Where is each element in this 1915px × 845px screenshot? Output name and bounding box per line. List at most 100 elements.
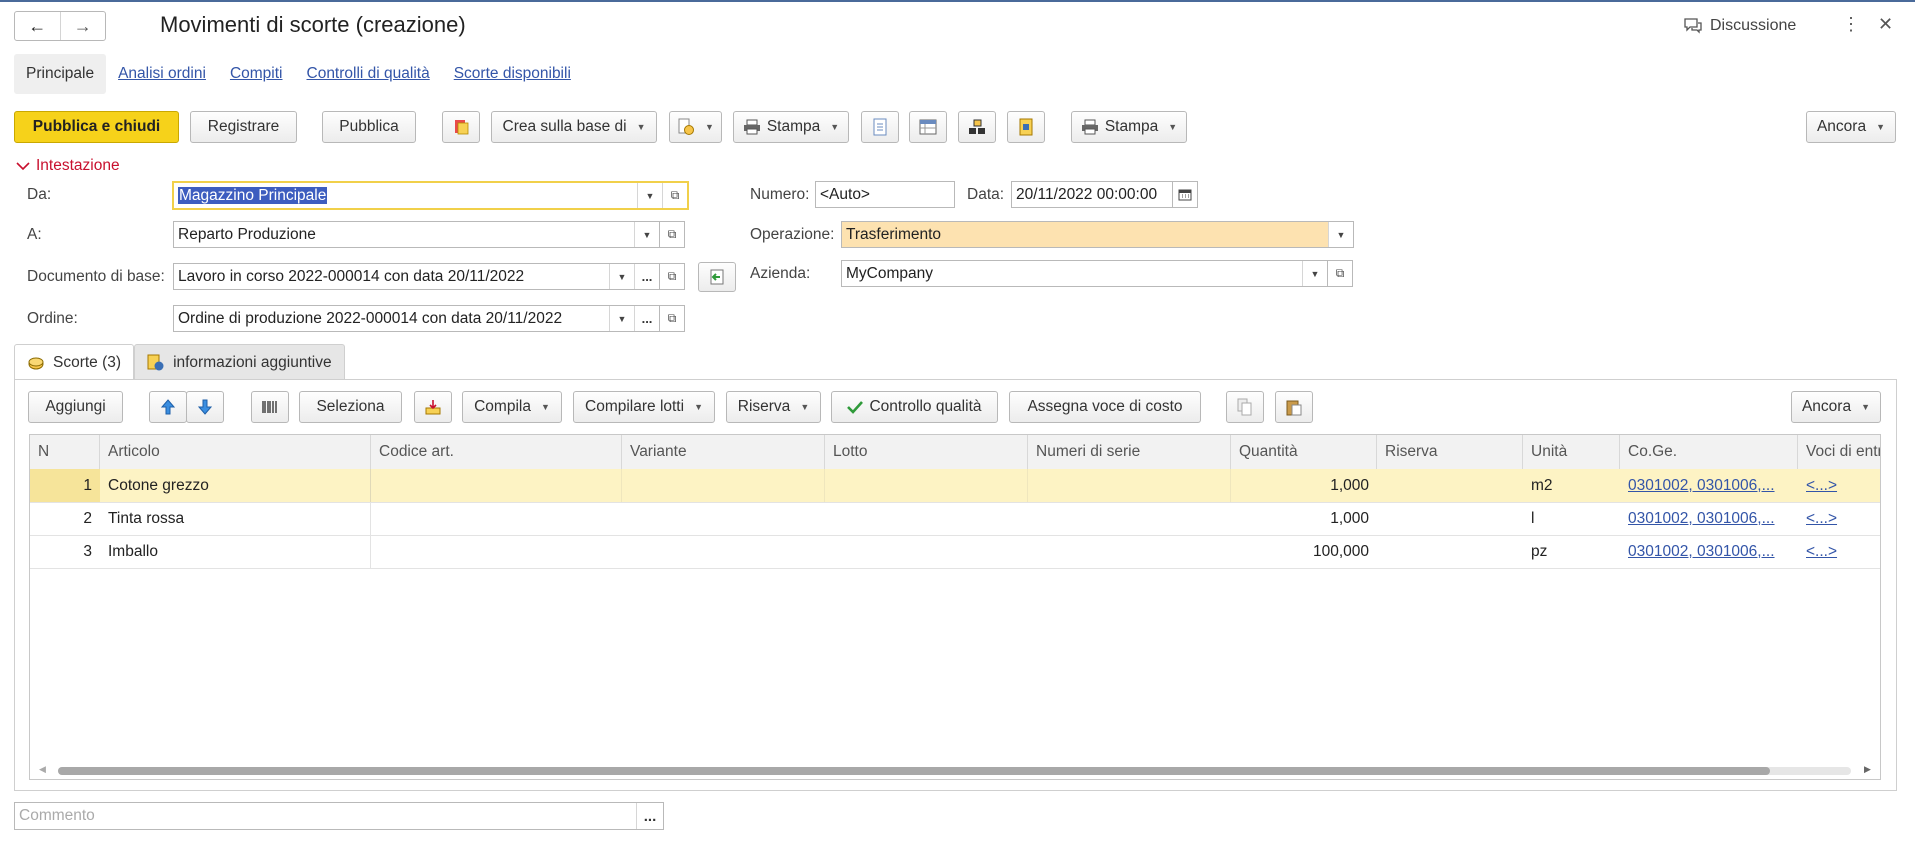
scroll-left-icon[interactable]: ◀ <box>39 764 46 775</box>
table-more-button[interactable]: Ancora ▼ <box>1791 391 1881 423</box>
tab-scorte-label: Scorte (3) <box>53 353 122 371</box>
open-icon[interactable]: ⧉ <box>1327 260 1353 287</box>
publish-button[interactable]: Pubblica <box>322 111 416 143</box>
table-row[interactable]: 1 Cotone grezzo 1,000 m2 0301002, 030100… <box>30 469 1880 503</box>
table-view-button[interactable] <box>909 111 947 143</box>
col-quantita[interactable]: Quantità <box>1231 435 1377 469</box>
cell-lotto <box>825 469 1028 502</box>
col-coge[interactable]: Co.Ge. <box>1620 435 1798 469</box>
cell-n: 1 <box>30 469 100 502</box>
chevron-down-icon[interactable]: ▼ <box>634 222 659 247</box>
chevron-down-icon[interactable]: ▼ <box>609 306 634 331</box>
fill-lots-button[interactable]: Compilare lotti ▼ <box>573 391 715 423</box>
fill-button[interactable]: Compila ▼ <box>462 391 562 423</box>
report-button[interactable] <box>1007 111 1045 143</box>
move-up-button[interactable] <box>149 391 187 423</box>
col-articolo[interactable]: Articolo <box>100 435 371 469</box>
date-field[interactable]: 20/11/2022 00:00:00 <box>1011 181 1173 208</box>
document-button[interactable] <box>861 111 899 143</box>
cell-coge-link[interactable]: 0301002, 0301006,... <box>1620 502 1798 535</box>
copy-rows-button[interactable] <box>1226 391 1264 423</box>
chevron-down-icon: ▼ <box>1876 122 1886 132</box>
select-button[interactable]: Seleziona <box>299 391 402 423</box>
barcode-button[interactable] <box>251 391 289 423</box>
expand-ellipsis-icon[interactable]: ... <box>636 803 663 829</box>
chevron-down-icon[interactable]: ▼ <box>1328 222 1353 247</box>
scroll-right-icon[interactable]: ▶ <box>1864 764 1871 775</box>
quality-control-button[interactable]: Controllo qualità <box>831 391 998 423</box>
assign-cost-item-button[interactable]: Assegna voce di costo <box>1009 391 1201 423</box>
fill-from-base-button[interactable] <box>698 262 736 292</box>
col-riserva[interactable]: Riserva <box>1377 435 1523 469</box>
move-down-button[interactable] <box>186 391 224 423</box>
open-icon[interactable]: ⧉ <box>659 263 685 290</box>
add-button[interactable]: Aggiungi <box>28 391 123 423</box>
cell-coge-link[interactable]: 0301002, 0301006,... <box>1620 535 1798 568</box>
to-field[interactable]: Reparto Produzione ▼ <box>173 221 660 248</box>
reserve-label: Riserva <box>737 398 791 415</box>
forward-arrow-icon[interactable]: → <box>61 12 106 40</box>
reserve-button[interactable]: Riserva ▼ <box>726 391 821 423</box>
page-title: Movimenti di scorte (creazione) <box>160 12 466 37</box>
open-icon[interactable]: ⧉ <box>659 221 685 248</box>
select-ellipsis-icon[interactable]: ... <box>634 264 659 289</box>
tab-compiti[interactable]: Compiti <box>218 54 295 94</box>
col-numeri-serie[interactable]: Numeri di serie <box>1028 435 1231 469</box>
col-lotto[interactable]: Lotto <box>825 435 1028 469</box>
journal-button[interactable] <box>442 111 480 143</box>
order-field[interactable]: Ordine di produzione 2022-000014 con dat… <box>173 305 660 332</box>
cell-voci-link[interactable]: <...> <box>1798 535 1880 568</box>
col-voci[interactable]: Voci di entr <box>1798 435 1880 469</box>
tab-informazioni-aggiuntive[interactable]: informazioni aggiuntive <box>134 344 345 380</box>
discussion-button[interactable]: Discussione <box>1684 17 1796 35</box>
cell-coge-link[interactable]: 0301002, 0301006,... <box>1620 469 1798 502</box>
comment-field[interactable]: Commento ... <box>14 802 664 830</box>
back-arrow-icon[interactable]: ← <box>15 12 61 40</box>
arrow-up-icon <box>161 399 175 415</box>
tab-scorte-disponibili[interactable]: Scorte disponibili <box>442 54 583 94</box>
chevron-down-icon[interactable]: ▼ <box>609 264 634 289</box>
from-field[interactable]: Magazzino Principale ▼ ⧉ <box>172 181 689 210</box>
select-ellipsis-icon[interactable]: ... <box>634 306 659 331</box>
fill-lots-label: Compilare lotti <box>585 398 685 415</box>
print-button-2[interactable]: Stampa ▼ <box>1071 111 1187 143</box>
tab-principale[interactable]: Principale <box>14 54 107 94</box>
cell-codice <box>371 535 622 568</box>
table-row[interactable]: 2 Tinta rossa 1,000 l 0301002, 0301006,.… <box>30 502 1880 536</box>
calendar-icon[interactable] <box>1172 181 1198 208</box>
print-button[interactable]: Stampa ▼ <box>733 111 849 143</box>
kebab-icon[interactable]: ⋮ <box>1842 14 1860 35</box>
more-button[interactable]: Ancora ▼ <box>1806 111 1896 143</box>
number-field[interactable]: <Auto> <box>815 181 955 208</box>
close-icon[interactable]: ✕ <box>1878 14 1893 35</box>
related-docs-button[interactable]: ▼ <box>669 111 722 143</box>
company-field[interactable]: MyCompany ▼ <box>841 260 1328 287</box>
header-section-toggle[interactable]: Intestazione <box>16 157 120 175</box>
scrollbar-thumb[interactable] <box>58 767 1770 775</box>
table-row[interactable]: 3 Imballo 100,000 pz 0301002, 0301006,..… <box>30 535 1880 569</box>
col-n[interactable]: N <box>30 435 100 469</box>
paste-rows-button[interactable] <box>1275 391 1313 423</box>
cell-riserva <box>1377 469 1523 502</box>
open-icon[interactable]: ⧉ <box>659 305 685 332</box>
create-based-on-button[interactable]: Crea sulla base di ▼ <box>491 111 657 143</box>
tab-controlli-qualita[interactable]: Controlli di qualità <box>295 54 442 94</box>
base-doc-field[interactable]: Lavoro in corso 2022-000014 con data 20/… <box>173 263 660 290</box>
table-more-label: Ancora <box>1801 398 1852 415</box>
chevron-down-icon[interactable]: ▼ <box>1302 261 1327 286</box>
load-button[interactable] <box>414 391 452 423</box>
operation-field[interactable]: Trasferimento ▼ <box>841 221 1354 248</box>
cell-voci-link[interactable]: <...> <box>1798 502 1880 535</box>
open-icon[interactable]: ⧉ <box>662 183 687 208</box>
publish-close-button[interactable]: Pubblica e chiudi <box>14 111 179 143</box>
register-button[interactable]: Registrare <box>190 111 297 143</box>
tab-analisi-ordini[interactable]: Analisi ordini <box>106 54 218 94</box>
chevron-down-icon[interactable]: ▼ <box>637 183 662 208</box>
cell-voci-link[interactable]: <...> <box>1798 469 1880 502</box>
structure-button[interactable] <box>958 111 996 143</box>
col-variante[interactable]: Variante <box>622 435 825 469</box>
order-label: Ordine: <box>27 310 78 327</box>
col-unita[interactable]: Unità <box>1523 435 1620 469</box>
col-codice[interactable]: Codice art. <box>371 435 622 469</box>
tab-scorte[interactable]: Scorte (3) <box>14 344 135 380</box>
